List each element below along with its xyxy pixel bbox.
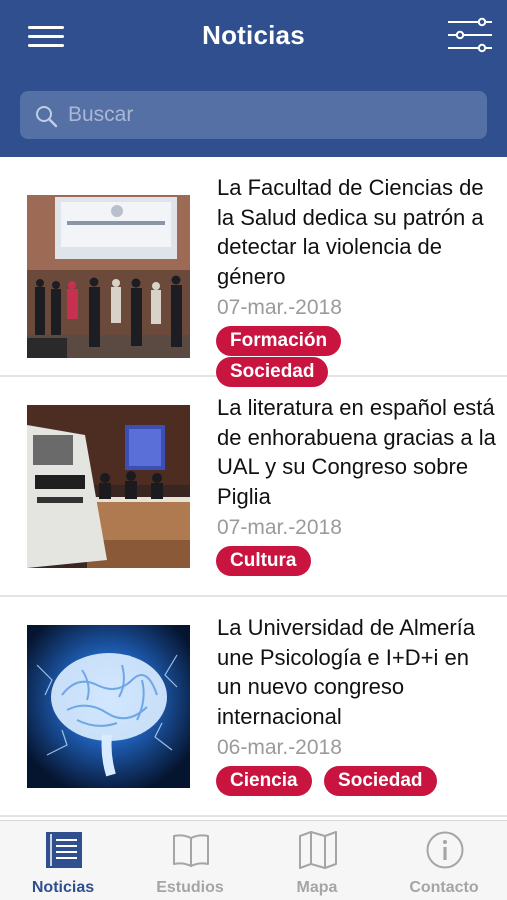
news-title[interactable]: La literatura en español está de enhorab… [217,393,497,511]
news-title[interactable]: La Universidad de Almería une Psicología… [217,613,497,731]
news-item[interactable]: La Universidad de Almería une Psicología… [0,597,507,817]
filter-sliders-icon[interactable] [446,16,494,56]
tab-label: Mapa [296,879,338,896]
news-date: 07-mar.-2018 [217,296,342,319]
search-icon [36,106,58,128]
group-photo-thumbnail [27,195,190,358]
tag-group: Cultura [216,546,496,577]
conference-photo-thumbnail [27,405,190,568]
map-icon [299,831,337,869]
tag-sociedad[interactable]: Sociedad [324,766,437,796]
news-list: La Facultad de Ciencias de la Salud dedi… [0,157,507,820]
news-title[interactable]: La Facultad de Ciencias de la Salud dedi… [217,173,497,291]
brain-illustration-thumbnail [27,625,190,788]
book-icon [173,834,209,867]
newspaper-icon [46,832,82,868]
tab-label: Noticias [31,879,95,896]
tab-contacto[interactable]: Contacto [381,821,507,900]
tab-label: Estudios [156,879,224,896]
news-item[interactable]: La Facultad de Ciencias de la Salud dedi… [0,157,507,387]
search-bar[interactable] [20,91,487,139]
tab-noticias[interactable]: Noticias [0,821,126,900]
search-input[interactable] [68,91,468,139]
tag-ciencia[interactable]: Ciencia [216,766,312,796]
bottom-tab-bar: Noticias Estudios Mapa Contacto [0,820,507,900]
tag-cultura[interactable]: Cultura [216,546,311,576]
news-item[interactable]: La literatura en español está de enhorab… [0,377,507,597]
info-icon [426,831,464,869]
news-date: 07-mar.-2018 [217,516,342,539]
page-title: Noticias [202,20,305,50]
tag-group: Ciencia Sociedad [216,766,496,797]
tab-estudios[interactable]: Estudios [127,821,253,900]
tab-label: Contacto [409,879,479,896]
tag-formacion[interactable]: Formación [216,326,342,356]
news-date: 06-mar.-2018 [217,736,342,759]
app-header: Noticias [0,0,507,157]
tab-mapa[interactable]: Mapa [254,821,380,900]
